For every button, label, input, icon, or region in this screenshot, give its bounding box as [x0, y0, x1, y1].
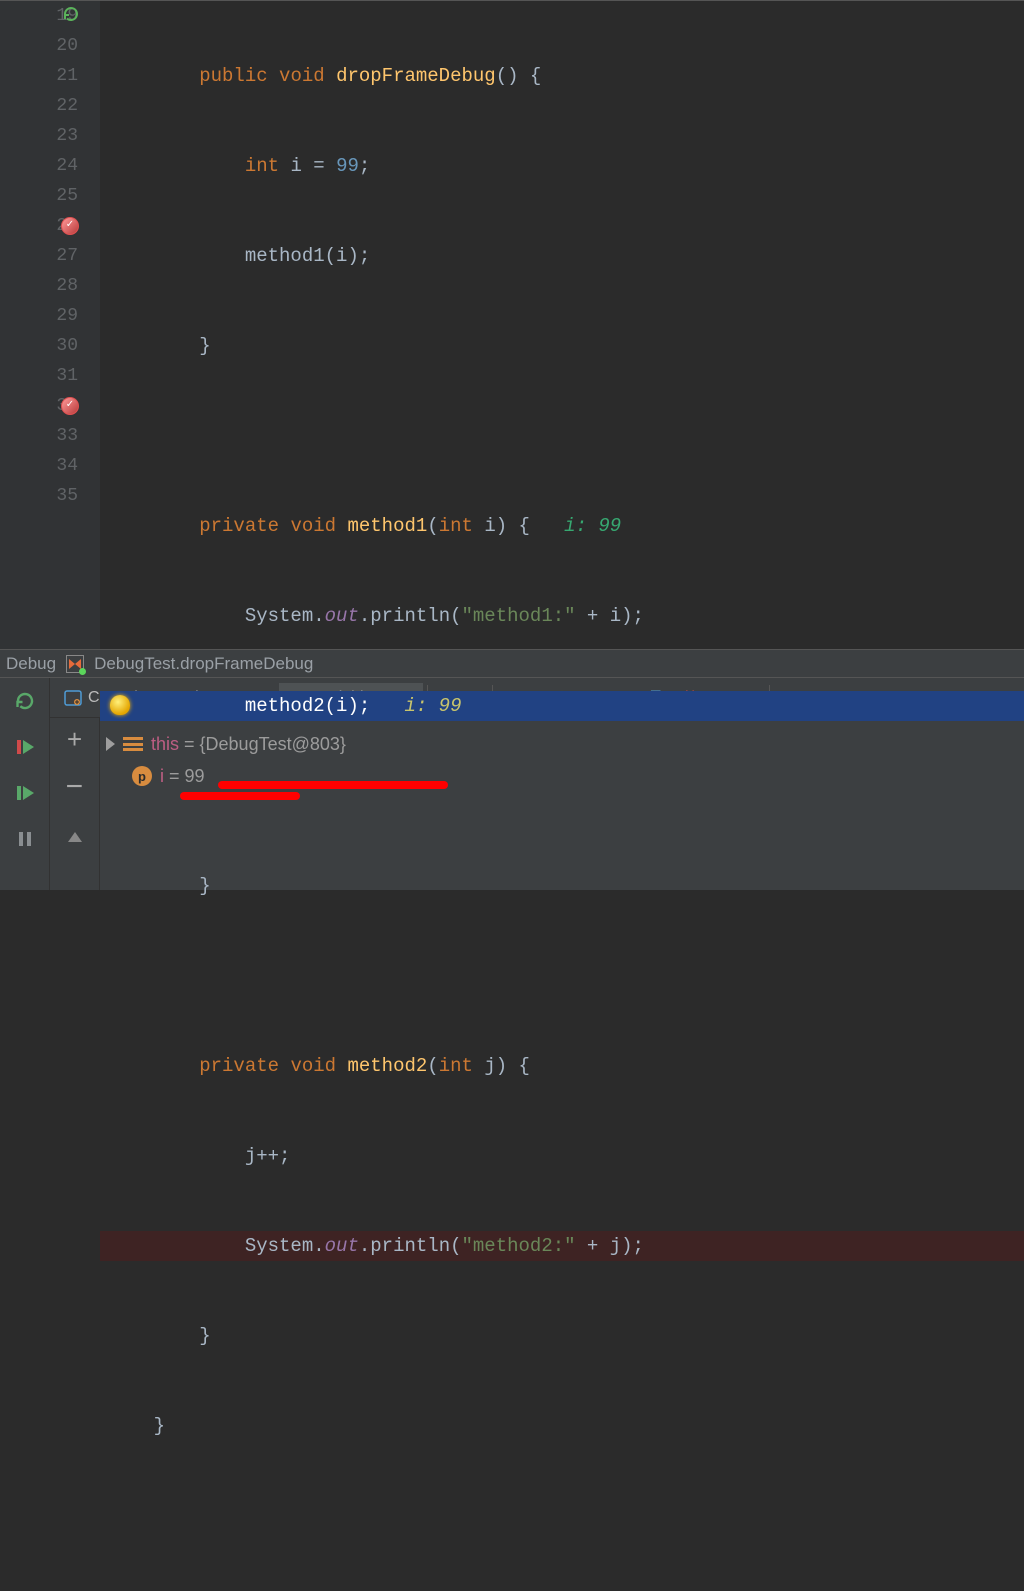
- gutter-line[interactable]: 22: [0, 91, 78, 121]
- breakpoint-icon[interactable]: [61, 397, 79, 415]
- gutter-line[interactable]: 27: [0, 241, 78, 271]
- remove-watch-button[interactable]: −: [62, 776, 88, 802]
- gutter-line[interactable]: 31: [0, 361, 78, 391]
- gutter-line[interactable]: 34: [0, 451, 78, 481]
- gutter-line[interactable]: 20: [0, 31, 78, 61]
- variables-body: + − this = {DebugTest@803} p i = 99: [50, 718, 1024, 890]
- primitive-icon: p: [132, 766, 152, 786]
- gutter-line[interactable]: 28: [0, 271, 78, 301]
- execution-line[interactable]: method2(i); i: 99: [100, 691, 1024, 721]
- variable-i[interactable]: p i = 99: [106, 760, 1018, 792]
- resume-button[interactable]: [12, 734, 38, 760]
- editor-area: 19 20 21 22 23 24 25 26 27 28 29 30 31 3…: [0, 0, 1024, 649]
- gutter-line[interactable]: 26: [0, 211, 78, 241]
- variables-tree[interactable]: this = {DebugTest@803} p i = 99: [100, 718, 1024, 890]
- execution-point-icon[interactable]: [66, 655, 84, 673]
- gutter-line[interactable]: 21: [0, 61, 78, 91]
- expand-icon[interactable]: [106, 737, 115, 751]
- breakpoint-line[interactable]: System.out.println("method2:" + j);: [100, 1231, 1024, 1261]
- debug-left-toolbar: [0, 678, 50, 890]
- variable-this[interactable]: this = {DebugTest@803}: [106, 728, 1018, 760]
- gutter-line[interactable]: 29: [0, 301, 78, 331]
- gutter: 19 20 21 22 23 24 25 26 27 28 29 30 31 3…: [0, 1, 100, 649]
- gutter-line[interactable]: 33: [0, 421, 78, 451]
- gutter-line[interactable]: 19: [0, 1, 78, 31]
- code-editor[interactable]: public void dropFrameDebug() { int i = 9…: [100, 1, 1024, 649]
- rerun-icon[interactable]: [62, 5, 80, 23]
- gutter-line[interactable]: 35: [0, 481, 78, 511]
- gutter-line[interactable]: 32: [0, 391, 78, 421]
- gutter-line[interactable]: 30: [0, 331, 78, 361]
- breakpoint-icon[interactable]: [61, 217, 79, 235]
- gutter-line[interactable]: 23: [0, 121, 78, 151]
- gutter-line[interactable]: 25: [0, 181, 78, 211]
- run-button[interactable]: [12, 780, 38, 806]
- add-watch-button[interactable]: +: [62, 728, 88, 754]
- annotation-underline: [180, 792, 300, 800]
- gutter-line[interactable]: 24: [0, 151, 78, 181]
- pause-button[interactable]: [12, 826, 38, 852]
- console-icon: [64, 689, 82, 707]
- move-up-button[interactable]: [62, 824, 88, 850]
- intention-bulb-icon[interactable]: [110, 695, 130, 715]
- debug-label: Debug: [6, 654, 56, 674]
- object-icon: [123, 737, 143, 751]
- variables-toolbar: + −: [50, 718, 100, 890]
- rerun-button[interactable]: [12, 688, 38, 714]
